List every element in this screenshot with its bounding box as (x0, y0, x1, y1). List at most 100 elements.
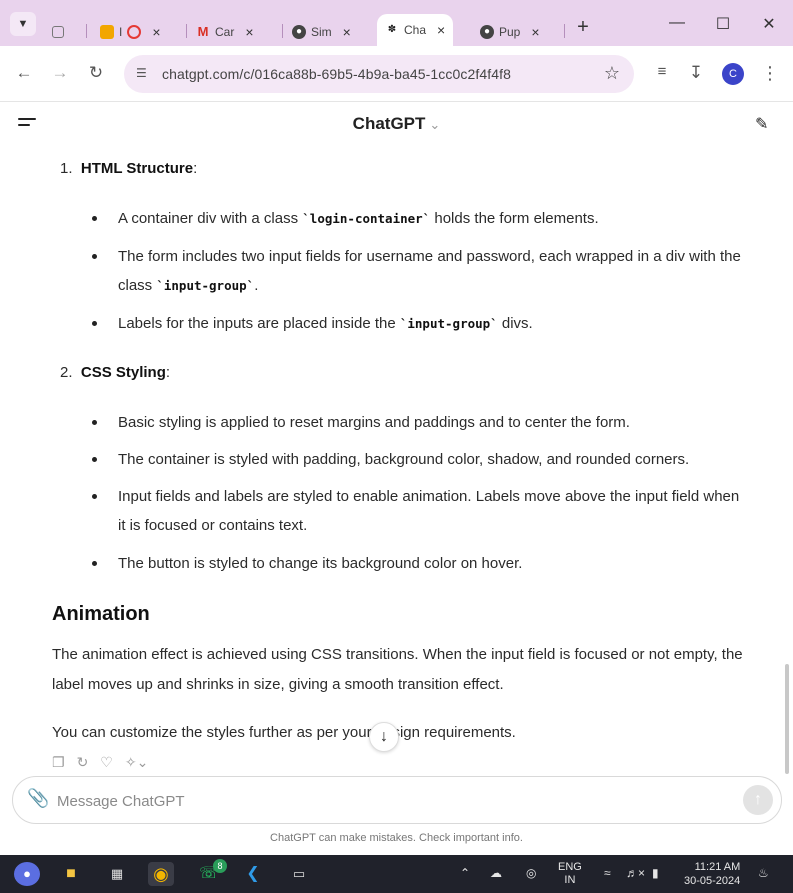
site-settings-icon[interactable]: ☰ (136, 66, 147, 80)
record-icon (127, 25, 142, 39)
reading-list-icon[interactable]: ≡ (650, 63, 674, 80)
clock-date: 30-05-2024 (684, 875, 741, 887)
microphone-icon[interactable]: ◎ (526, 866, 536, 880)
bullet-text: A container div with a class (118, 210, 303, 227)
bullet-text: The button is styled to change its backg… (118, 555, 523, 572)
bullet-text: The container is styled with padding, ba… (118, 451, 690, 468)
volume-muted-icon[interactable]: ♬× (626, 866, 645, 880)
regenerate-icon[interactable]: ↻ (77, 754, 89, 771)
close-tab-icon[interactable]: × (152, 24, 160, 40)
lang-top: ENG (558, 861, 582, 873)
windows-taskbar: ● ■ ▦ ◉ ☏ 8 ❮ ▭ ⌃ ☁ ◎ ENG IN ≈ ♬× ▮ 11:2… (0, 855, 793, 893)
bullet-text: divs. (497, 315, 533, 332)
store-icon[interactable]: ▦ (104, 862, 130, 886)
disclaimer-text: ChatGPT can make mistakes. Check importa… (270, 832, 523, 844)
bullet-item: The form includes two input fields for u… (92, 242, 742, 300)
bullet-text: Basic styling is applied to reset margin… (118, 414, 630, 431)
paperclip-icon[interactable]: 📎 (27, 788, 49, 809)
notification-bell-icon[interactable]: ♨ (758, 866, 769, 880)
model-switch-sparkle-icon[interactable]: ✧⌄ (125, 754, 148, 771)
tab-sim[interactable]: ● Sim × (292, 18, 351, 46)
model-title: ChatGPT (352, 114, 426, 133)
globe-icon: ● (480, 25, 494, 39)
tab-extensions[interactable] (52, 18, 64, 46)
meet-icon[interactable]: ● (14, 862, 40, 886)
file-explorer-icon[interactable]: ■ (58, 862, 84, 886)
copy-icon[interactable]: ❐ (52, 754, 65, 771)
chevron-up-icon[interactable]: ⌃ (460, 866, 470, 880)
notification-badge: 8 (213, 859, 227, 873)
tab-separator (282, 24, 283, 38)
message-actions: ❐ ↻ ♡ ✧⌄ (52, 754, 148, 771)
send-arrow-icon[interactable]: ↑ (743, 785, 773, 815)
globe-icon: ● (292, 25, 306, 39)
new-chat-icon[interactable]: ✎ (755, 114, 768, 134)
bullet-item: The container is styled with padding, ba… (92, 445, 742, 474)
download-icon[interactable]: ↧ (684, 63, 708, 83)
list-number: 2. (60, 364, 73, 381)
reload-icon[interactable]: ↻ (84, 63, 108, 83)
tab-chatgpt-active[interactable]: ✽ Cha × (377, 14, 454, 46)
tab-pup[interactable]: ● Pup × (480, 18, 540, 46)
conversation-area: 1. HTML Structure: A container div with … (0, 146, 793, 776)
close-tab-icon[interactable]: × (245, 24, 253, 40)
terminal-icon[interactable]: ▭ (286, 862, 312, 886)
tab-gmail[interactable]: M Car × (196, 18, 254, 46)
close-tab-icon[interactable]: × (343, 24, 351, 40)
language-indicator[interactable]: ENG IN (558, 861, 582, 887)
lang-bottom: IN (564, 874, 576, 886)
section-title: CSS Styling (80, 364, 166, 381)
tab-youtube[interactable]: I × (100, 18, 161, 46)
chrome-icon[interactable]: ◉ (148, 862, 174, 886)
bookmark-star-icon[interactable]: ☆ (604, 63, 620, 84)
tab-search-chevron-icon[interactable]: ▼ (10, 12, 36, 36)
message-composer: 📎 ↑ (12, 776, 782, 824)
forward-arrow-icon[interactable]: → (48, 63, 72, 83)
inline-code: `input-group` (156, 278, 255, 293)
bullet-text: . (254, 277, 259, 294)
thumbs-down-icon[interactable]: ♡ (100, 754, 113, 771)
section-heading: Animation (52, 603, 150, 625)
chevron-down-icon: ⌄ (429, 117, 441, 132)
clock-time: 11:21 AM (694, 861, 741, 873)
message-input[interactable] (57, 789, 717, 813)
vscode-icon[interactable]: ❮ (240, 862, 266, 886)
chat-header: ChatGPT ⌄ ✎ (0, 102, 793, 146)
list-number: 1. (60, 160, 73, 177)
more-menu-icon[interactable]: ⋮ (758, 63, 782, 84)
minimize-icon[interactable]: — (662, 14, 692, 32)
bullet-item: The button is styled to change its backg… (92, 549, 742, 578)
list-item-css-styling: 2. CSS Styling: (60, 364, 171, 381)
system-clock[interactable]: 11:21 AM 30-05-2024 (684, 860, 740, 888)
bullet-text: Labels for the inputs are placed inside … (118, 315, 400, 332)
slides-icon (100, 25, 114, 39)
bullet-item: A container div with a class `login-cont… (92, 204, 742, 233)
browser-nav-bar: ← → ↻ ☰ chatgpt.com/c/016ca88b-69b5-4b9a… (0, 46, 793, 102)
bullet-item: Labels for the inputs are placed inside … (92, 309, 742, 338)
bullet-text: holds the form elements. (430, 210, 599, 227)
scrollbar-thumb[interactable] (785, 664, 789, 774)
inline-code: `login-container` (302, 211, 431, 226)
bullet-item: Input fields and labels are styled to en… (92, 482, 742, 540)
url-text[interactable]: chatgpt.com/c/016ca88b-69b5-4b9a-ba45-1c… (162, 66, 511, 82)
model-selector[interactable]: ChatGPT ⌄ (0, 114, 793, 134)
profile-avatar[interactable]: C (722, 63, 744, 85)
new-tab-icon[interactable]: + (568, 16, 598, 39)
window-icon (52, 26, 64, 38)
bullet-item: Basic styling is applied to reset margin… (92, 408, 742, 437)
wifi-icon[interactable]: ≈ (604, 866, 611, 880)
closing-paragraph: You can customize the styles further as … (52, 724, 516, 741)
maximize-icon[interactable]: ☐ (708, 14, 738, 34)
close-tab-icon[interactable]: × (437, 22, 445, 38)
close-tab-icon[interactable]: × (531, 24, 539, 40)
tab-label: Cha (404, 23, 427, 37)
scroll-down-arrow-icon[interactable]: ↓ (369, 722, 399, 752)
tab-label: Sim (311, 25, 332, 39)
tab-label: Car (215, 25, 235, 39)
battery-icon[interactable]: ▮ (652, 866, 659, 880)
list-item-html-structure: 1. HTML Structure: (60, 160, 198, 177)
close-window-icon[interactable]: ✕ (754, 14, 784, 34)
cloud-icon[interactable]: ☁ (490, 866, 502, 880)
back-arrow-icon[interactable]: ← (12, 63, 36, 83)
address-bar[interactable]: ☰ chatgpt.com/c/016ca88b-69b5-4b9a-ba45-… (124, 55, 634, 93)
